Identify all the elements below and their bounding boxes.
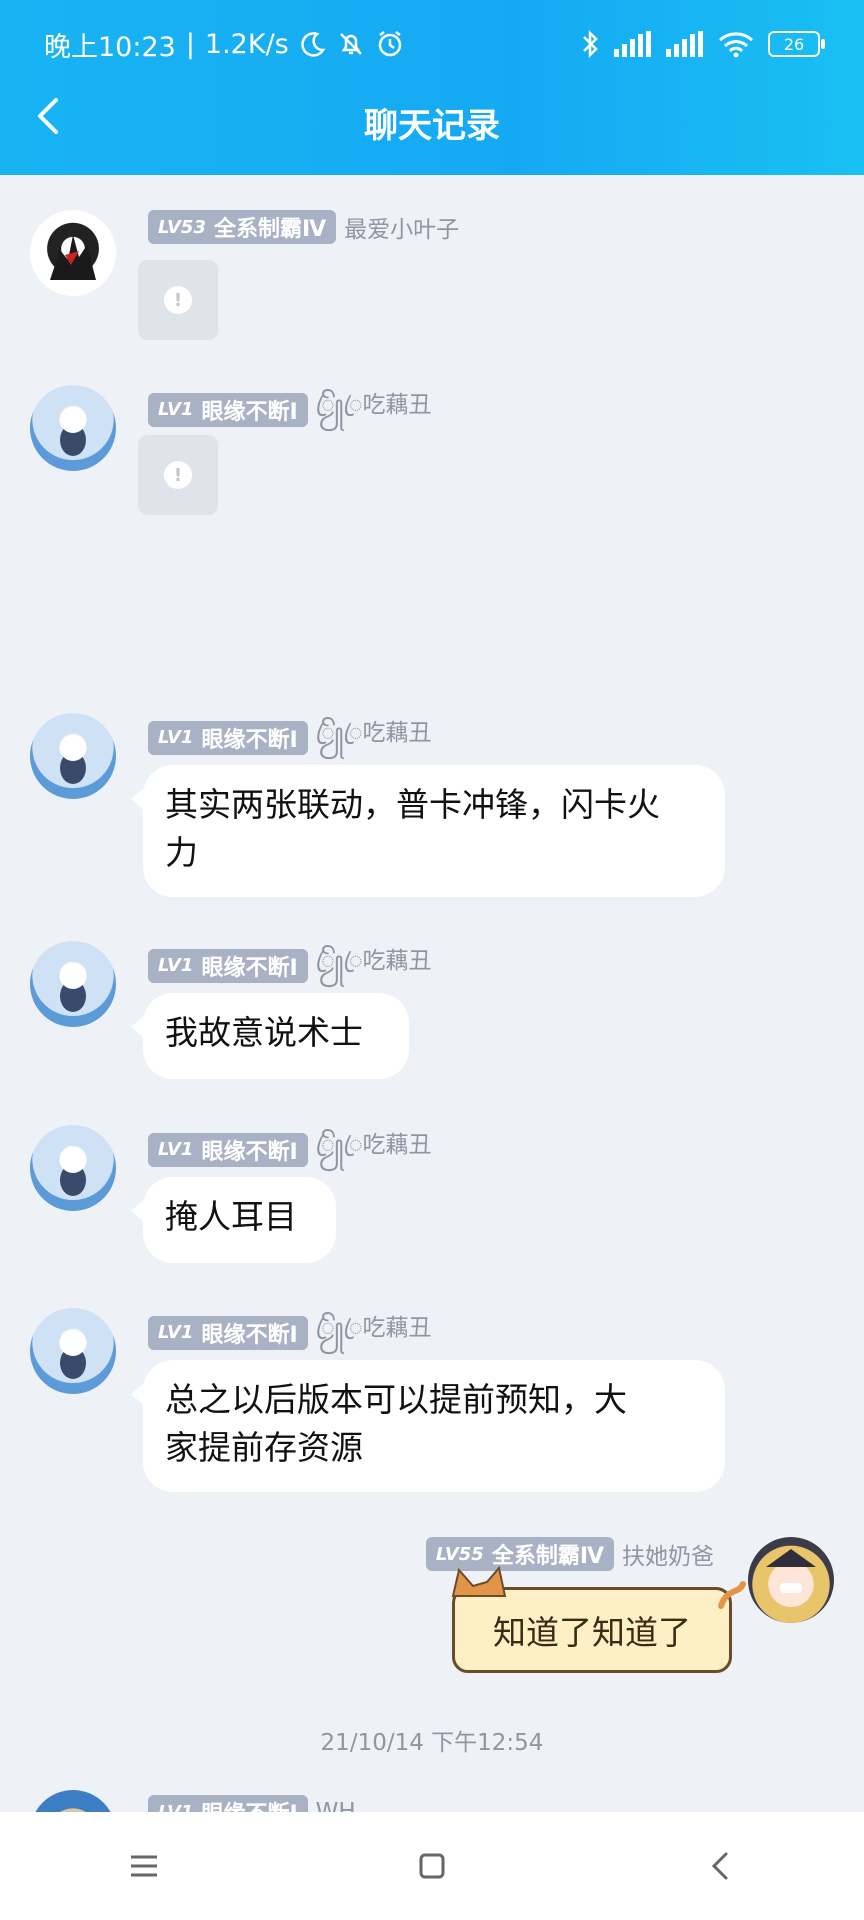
bluetooth-icon [583, 29, 598, 59]
home-button[interactable] [402, 1836, 462, 1896]
message-text: 掩人耳目 [165, 1197, 297, 1236]
message-bubble[interactable]: 掩人耳目 [131, 1177, 336, 1263]
message-text-line: 家提前存资源 [165, 1428, 363, 1467]
sender-name: 最爱小叶子 [344, 217, 460, 243]
image-error-icon: ! [164, 461, 192, 489]
level-badge: LV1眼缘不断Ⅰ [148, 1795, 308, 1812]
header-bar: 晚上10:23 | 1.2K/s 26 聊天记录 [0, 0, 864, 175]
level-badge: LV1眼缘不断Ⅰ [148, 948, 308, 983]
message-text: 我故意说术士 [165, 1013, 363, 1052]
menu-icon [131, 1855, 157, 1877]
home-square-icon [419, 1853, 445, 1879]
battery-icon: 26 [768, 31, 825, 57]
image-error-icon: ! [164, 286, 192, 314]
sender-info: LV1 眼缘不断Ⅰ ꦿꦾꦼꦿ吃藕丑 [148, 941, 432, 990]
sender-name: ꦿꦾꦼꦿ吃藕丑 [315, 1315, 432, 1341]
image-message[interactable]: ! [138, 435, 218, 515]
sender-name: ꦿꦾꦼꦿ吃藕丑 [315, 1132, 432, 1158]
avatar[interactable] [30, 210, 116, 296]
wifi-icon [719, 32, 753, 58]
level-badge: LV1眼缘不断Ⅰ [148, 720, 308, 755]
avatar[interactable] [30, 385, 116, 471]
status-bar: 晚上10:23 | 1.2K/s 26 [44, 22, 825, 66]
system-nav-bar [0, 1812, 864, 1920]
moon-icon [301, 32, 325, 57]
status-net-speed: 1.2K/s [204, 28, 289, 60]
dog-avatar-icon [60, 735, 86, 784]
avatar[interactable] [30, 1125, 116, 1211]
level-badge: LV53 全系制霸Ⅳ [148, 210, 337, 244]
sender-name: ꦿꦾꦼꦿ吃藕丑 [315, 392, 432, 418]
message-text-line: 力 [165, 833, 198, 872]
sender-info: LV1 眼缘不断Ⅰ ꦿꦾꦼꦿ吃藕丑 [148, 1125, 432, 1174]
sender-info: LV1 眼缘不断Ⅰ ꦿꦾꦼꦿ吃藕丑 [148, 1308, 432, 1357]
message-bubble[interactable]: 总之以后版本可以提前预知，大 家提前存资源 [131, 1360, 725, 1492]
sender-name: WH [315, 1799, 356, 1812]
message-bubble[interactable]: 其实两张联动，普卡冲锋，闪卡火 力 [131, 765, 725, 897]
anime-avatar-icon [766, 1549, 816, 1593]
avatar[interactable] [30, 1308, 116, 1394]
signal-roaming-icon [666, 31, 703, 57]
image-message[interactable]: ! [138, 260, 218, 340]
cat-tail-icon [718, 1581, 746, 1609]
level-badge: LV1眼缘不断Ⅰ [148, 1132, 308, 1167]
level-badge: LV1眼缘不断Ⅰ [148, 392, 308, 427]
avatar[interactable] [30, 941, 116, 1027]
alarm-icon [378, 31, 401, 57]
avatar[interactable] [30, 1790, 116, 1812]
bell-muted-icon [339, 33, 362, 55]
status-time: 晚上10:23 [44, 31, 176, 63]
dog-avatar-icon [60, 1147, 86, 1196]
message-bubble[interactable]: 我故意说术士 [131, 993, 409, 1079]
dog-avatar-icon [60, 963, 86, 1012]
sender-name: 扶她奶爸 [622, 1544, 714, 1570]
cat-bubble[interactable]: 知道了知道了 [451, 1566, 746, 1673]
signal-icon [614, 31, 651, 57]
avatar-art-icon [50, 235, 96, 280]
chat-history-list[interactable]: LV53 全系制霸Ⅳ 最爱小叶子 ! LV1 眼缘不断Ⅰ ꦿꦾꦼꦿ吃藕丑 ! LV1… [0, 175, 864, 1812]
dog-avatar-icon [60, 407, 86, 456]
avatar[interactable] [30, 713, 116, 799]
avatar[interactable] [748, 1537, 834, 1623]
sender-name: ꦿꦾꦼꦿ吃藕丑 [315, 720, 432, 746]
message-text-line: 总之以后版本可以提前预知，大 [165, 1380, 627, 1419]
sender-info: LV1眼缘不断Ⅰ WH [148, 1795, 356, 1812]
sender-info: LV53 全系制霸Ⅳ 最爱小叶子 [148, 210, 459, 244]
sender-info: LV1 眼缘不断Ⅰ ꦿꦾꦼꦿ吃藕丑 [148, 385, 432, 434]
level-badge: LV1眼缘不断Ⅰ [148, 1315, 308, 1350]
message-text: 知道了知道了 [493, 1613, 691, 1652]
back-chevron-icon [711, 1852, 728, 1880]
back-button[interactable] [690, 1836, 750, 1896]
chat-timestamp: 21/10/14 下午12:54 [320, 1730, 544, 1756]
menu-button[interactable] [114, 1836, 174, 1896]
page-title: 聊天记录 [364, 106, 500, 146]
cat-ears-icon [451, 1566, 507, 1597]
sender-name: ꦿꦾꦼꦿ吃藕丑 [315, 948, 432, 974]
dog-avatar-icon [60, 1330, 86, 1379]
message-text-line: 其实两张联动，普卡冲锋，闪卡火 [165, 785, 660, 824]
sender-info: LV1 眼缘不断Ⅰ ꦿꦾꦼꦿ吃藕丑 [148, 713, 432, 762]
